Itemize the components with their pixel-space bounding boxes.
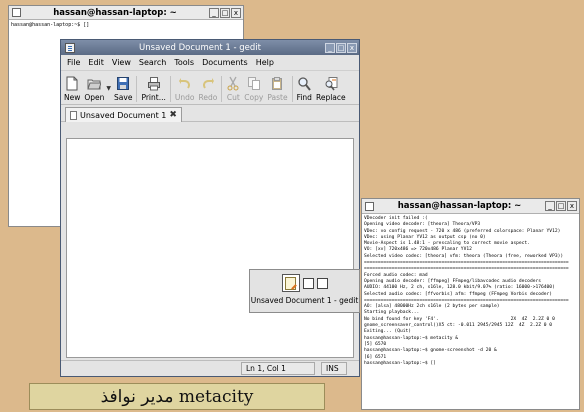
close-button[interactable]: x xyxy=(567,201,577,211)
redo-label: Redo xyxy=(198,93,218,102)
terminal-1-titlebar[interactable]: hassan@hassan-laptop: ~ _ □ x xyxy=(9,6,243,20)
scissors-icon xyxy=(227,76,239,91)
redo-icon xyxy=(202,78,214,89)
print-label: Print... xyxy=(141,93,166,102)
terminal-line: ========================================… xyxy=(364,266,569,272)
save-button[interactable]: Save xyxy=(114,76,132,102)
terminal-2-titlebar[interactable]: hassan@hassan-laptop: ~ _ □ x xyxy=(362,199,579,214)
replace-label: Replace xyxy=(315,93,346,102)
find-label: Find xyxy=(296,93,312,102)
open-label: Open xyxy=(84,93,105,102)
tab-close-icon[interactable]: ✖ xyxy=(169,110,177,120)
terminal-line: VDec: vo config request - 720 x 486 (pre… xyxy=(364,228,561,234)
maximize-button[interactable]: □ xyxy=(556,201,566,211)
document-icon xyxy=(70,110,77,120)
maximize-button[interactable]: □ xyxy=(220,7,230,18)
open-recent-dropdown-icon[interactable]: ▼ xyxy=(106,85,111,92)
window-switcher-popup: Unsaved Document 1 - gedit xyxy=(249,269,360,313)
new-label: New xyxy=(64,93,81,102)
toolbar-separator xyxy=(221,76,223,102)
switcher-window-icon[interactable] xyxy=(302,277,314,289)
menu-tools[interactable]: Tools xyxy=(174,58,194,67)
menu-search[interactable]: Search xyxy=(139,58,166,67)
terminal-2-output[interactable]: VDecoder init failed :(Opening video dec… xyxy=(362,214,579,369)
toolbar-separator xyxy=(169,76,171,102)
status-bar: Ln 1, Col 1 INS xyxy=(61,360,359,376)
maximize-button[interactable]: □ xyxy=(336,42,346,53)
minimize-button[interactable]: _ xyxy=(545,201,555,211)
toolbar-separator xyxy=(291,76,293,102)
cut-button[interactable]: Cut xyxy=(226,76,240,102)
menu-bar: File Edit View Search Tools Documents He… xyxy=(61,55,359,71)
find-button[interactable]: Find xyxy=(297,76,312,102)
menu-edit[interactable]: Edit xyxy=(88,58,104,67)
gedit-app-icon[interactable] xyxy=(65,42,75,53)
undo-button[interactable]: Undo xyxy=(174,76,195,102)
terminal-1-title: hassan@hassan-laptop: ~ xyxy=(53,7,177,18)
undo-icon xyxy=(178,78,190,89)
copy-label: Copy xyxy=(244,93,264,102)
terminal-line: AUDIO: 44100 Hz, 2 ch, s16le, 128.0 kbit… xyxy=(364,285,555,291)
paste-label: Paste xyxy=(267,93,288,102)
gedit-title: Unsaved Document 1 - gedit xyxy=(139,42,261,53)
cut-label: Cut xyxy=(226,93,240,102)
caption-banner: مدير نوافذ metacity xyxy=(29,383,325,410)
save-label: Save xyxy=(114,93,133,102)
insert-mode: INS xyxy=(321,362,347,375)
printer-icon xyxy=(147,77,160,91)
close-button[interactable]: x xyxy=(231,7,241,18)
switcher-window-label: Unsaved Document 1 - gedit xyxy=(250,296,359,305)
switcher-gedit-icon[interactable] xyxy=(281,274,300,292)
terminal-line: hassan@hassan-laptop:~$ [] xyxy=(364,360,436,366)
minimize-button[interactable]: _ xyxy=(209,7,219,18)
terminal-2-title: hassan@hassan-laptop: ~ xyxy=(397,201,522,211)
menu-file[interactable]: File xyxy=(67,58,80,67)
open-folder-icon xyxy=(87,79,102,90)
open-button[interactable]: Open xyxy=(84,76,104,102)
save-icon xyxy=(117,77,130,90)
clipboard-icon xyxy=(272,77,283,90)
terminal-line: Selected audio codec: [ffvorbis] afm: ff… xyxy=(364,291,553,297)
toolbar-separator xyxy=(136,76,138,102)
paste-button[interactable]: Paste xyxy=(267,76,288,102)
find-icon xyxy=(298,77,312,91)
menu-view[interactable]: View xyxy=(112,58,131,67)
menu-help[interactable]: Help xyxy=(256,58,274,67)
window-menu-icon[interactable] xyxy=(365,201,374,211)
window-menu-icon[interactable] xyxy=(12,8,21,17)
toolbar: New Open ▼ Save Print... Undo Redo Cut C… xyxy=(61,71,359,105)
terminal-line: hassan@hassan-laptop:~$ [] xyxy=(11,22,90,28)
gedit-window[interactable]: Unsaved Document 1 - gedit _ □ x File Ed… xyxy=(60,39,360,377)
print-button[interactable]: Print... xyxy=(141,76,166,102)
cursor-position: Ln 1, Col 1 xyxy=(241,362,315,375)
document-tab-bar: Unsaved Document 1 ✖ xyxy=(61,105,359,122)
minimize-button[interactable]: _ xyxy=(325,42,335,53)
new-button[interactable]: New xyxy=(64,76,80,102)
switcher-window-icon[interactable] xyxy=(316,277,328,289)
terminal-1-output[interactable]: hassan@hassan-laptop:~$ [] xyxy=(9,20,243,31)
document-tab-label: Unsaved Document 1 xyxy=(80,110,167,120)
menu-documents[interactable]: Documents xyxy=(202,58,248,67)
terminal-window-2[interactable]: hassan@hassan-laptop: ~ _ □ x VDecoder i… xyxy=(361,198,580,410)
redo-button[interactable]: Redo xyxy=(198,76,217,102)
copy-button[interactable]: Copy xyxy=(244,76,263,102)
gedit-titlebar[interactable]: Unsaved Document 1 - gedit _ □ x xyxy=(61,40,359,55)
replace-icon xyxy=(325,77,338,91)
new-document-icon xyxy=(66,76,78,91)
document-tab[interactable]: Unsaved Document 1 ✖ xyxy=(65,107,182,122)
undo-label: Undo xyxy=(174,93,195,102)
caption-text: مدير نوافذ metacity xyxy=(100,386,254,407)
copy-icon xyxy=(247,77,260,90)
replace-button[interactable]: Replace xyxy=(316,76,346,102)
text-editor-area[interactable] xyxy=(66,138,354,358)
close-button[interactable]: x xyxy=(347,42,357,53)
